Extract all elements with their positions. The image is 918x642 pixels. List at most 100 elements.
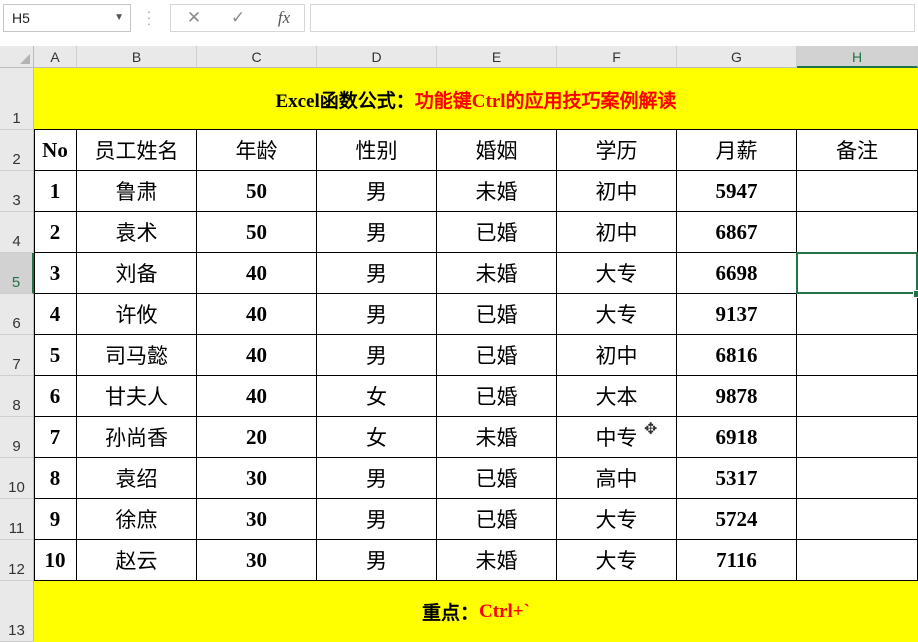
chevron-down-icon[interactable]: ▼	[114, 5, 124, 31]
table-header-cell[interactable]: 月薪	[677, 130, 797, 171]
row-header-2[interactable]: 2	[0, 130, 34, 171]
table-cell[interactable]: 男	[317, 253, 437, 294]
column-header-d[interactable]: D	[317, 46, 437, 68]
table-cell[interactable]: 6	[34, 376, 77, 417]
insert-function-icon[interactable]: fx	[269, 5, 299, 31]
table-cell[interactable]: 40	[197, 294, 317, 335]
table-cell[interactable]: 3	[34, 253, 77, 294]
table-cell[interactable]: 已婚	[437, 212, 557, 253]
table-cell[interactable]	[797, 212, 918, 253]
table-cell[interactable]: 大本	[557, 376, 677, 417]
table-cell[interactable]: 刘备	[77, 253, 197, 294]
table-cell[interactable]: 未婚	[437, 253, 557, 294]
row-header-1[interactable]: 1	[0, 68, 34, 130]
table-cell[interactable]: 6816	[677, 335, 797, 376]
table-cell[interactable]: 5317	[677, 458, 797, 499]
table-cell[interactable]: 7	[34, 417, 77, 458]
table-cell[interactable]	[797, 376, 918, 417]
table-cell[interactable]: 6918	[677, 417, 797, 458]
table-cell[interactable]: 司马懿	[77, 335, 197, 376]
table-cell[interactable]: 未婚	[437, 171, 557, 212]
table-cell[interactable]	[797, 171, 918, 212]
table-cell[interactable]: 男	[317, 212, 437, 253]
table-cell[interactable]: 袁术	[77, 212, 197, 253]
cancel-icon[interactable]: ✕	[179, 5, 209, 31]
table-cell[interactable]: 徐庶	[77, 499, 197, 540]
name-box[interactable]: H5 ▼	[3, 4, 131, 32]
table-cell[interactable]: 已婚	[437, 458, 557, 499]
table-cell[interactable]: 50	[197, 212, 317, 253]
table-cell[interactable]: 9137	[677, 294, 797, 335]
table-cell[interactable]: 高中	[557, 458, 677, 499]
table-cell[interactable]: 7116	[677, 540, 797, 581]
fill-handle[interactable]	[913, 290, 918, 298]
table-cell[interactable]: 6867	[677, 212, 797, 253]
row-header-13[interactable]: 13	[0, 581, 34, 642]
table-cell[interactable]: 5	[34, 335, 77, 376]
table-cell[interactable]: 赵云	[77, 540, 197, 581]
table-header-cell[interactable]: 年龄	[197, 130, 317, 171]
table-cell[interactable]: 6698	[677, 253, 797, 294]
row-header-7[interactable]: 7	[0, 335, 34, 376]
table-cell[interactable]: 已婚	[437, 376, 557, 417]
table-cell[interactable]: 初中	[557, 212, 677, 253]
table-cell[interactable]	[797, 417, 918, 458]
table-cell[interactable]: 男	[317, 294, 437, 335]
table-cell[interactable]: 女	[317, 417, 437, 458]
column-header-a[interactable]: A	[34, 46, 77, 68]
table-cell[interactable]	[797, 294, 918, 335]
table-cell[interactable]: 袁绍	[77, 458, 197, 499]
row-header-9[interactable]: 9	[0, 417, 34, 458]
drag-handle-icon[interactable]: · · ·	[146, 4, 152, 30]
table-cell[interactable]: 2	[34, 212, 77, 253]
row-header-8[interactable]: 8	[0, 376, 34, 417]
formula-input[interactable]	[310, 4, 915, 32]
table-cell[interactable]: 甘夫人	[77, 376, 197, 417]
table-cell[interactable]: 8	[34, 458, 77, 499]
table-cell[interactable]: 中专	[557, 417, 677, 458]
table-cell[interactable]: 30	[197, 499, 317, 540]
column-header-f[interactable]: F	[557, 46, 677, 68]
table-cell[interactable]: 40	[197, 335, 317, 376]
table-header-cell[interactable]: 婚姻	[437, 130, 557, 171]
table-cell[interactable]: 大专	[557, 499, 677, 540]
select-all-button[interactable]	[0, 46, 34, 68]
table-cell[interactable]: 30	[197, 540, 317, 581]
table-cell[interactable]: 已婚	[437, 335, 557, 376]
table-cell[interactable]	[797, 458, 918, 499]
row-header-11[interactable]: 11	[0, 499, 34, 540]
column-header-e[interactable]: E	[437, 46, 557, 68]
table-cell[interactable]: 9878	[677, 376, 797, 417]
column-header-h[interactable]: H	[797, 46, 918, 68]
table-cell[interactable]: 许攸	[77, 294, 197, 335]
row-header-6[interactable]: 6	[0, 294, 34, 335]
table-cell[interactable]: 4	[34, 294, 77, 335]
column-header-g[interactable]: G	[677, 46, 797, 68]
table-cell[interactable]: 30	[197, 458, 317, 499]
table-cell[interactable]: 50	[197, 171, 317, 212]
table-cell[interactable]: 鲁肃	[77, 171, 197, 212]
table-cell[interactable]	[797, 499, 918, 540]
active-cell-selection[interactable]	[796, 252, 918, 294]
table-cell[interactable]: 男	[317, 458, 437, 499]
table-cell[interactable]	[797, 335, 918, 376]
table-header-cell[interactable]: 员工姓名	[77, 130, 197, 171]
table-header-cell[interactable]: 备注	[797, 130, 918, 171]
table-cell[interactable]: 1	[34, 171, 77, 212]
row-header-4[interactable]: 4	[0, 212, 34, 253]
table-cell[interactable]: 男	[317, 499, 437, 540]
table-header-cell[interactable]: 性别	[317, 130, 437, 171]
row-header-12[interactable]: 12	[0, 540, 34, 581]
table-cell[interactable]: 男	[317, 540, 437, 581]
table-cell[interactable]: 已婚	[437, 294, 557, 335]
table-cell[interactable]: 9	[34, 499, 77, 540]
table-cell[interactable]: 40	[197, 253, 317, 294]
table-cell[interactable]: 未婚	[437, 540, 557, 581]
table-cell[interactable]: 女	[317, 376, 437, 417]
table-cell[interactable]: 40	[197, 376, 317, 417]
table-cell[interactable]: 5947	[677, 171, 797, 212]
table-cell[interactable]: 男	[317, 335, 437, 376]
row-header-3[interactable]: 3	[0, 171, 34, 212]
table-cell[interactable]: 已婚	[437, 499, 557, 540]
column-header-b[interactable]: B	[77, 46, 197, 68]
